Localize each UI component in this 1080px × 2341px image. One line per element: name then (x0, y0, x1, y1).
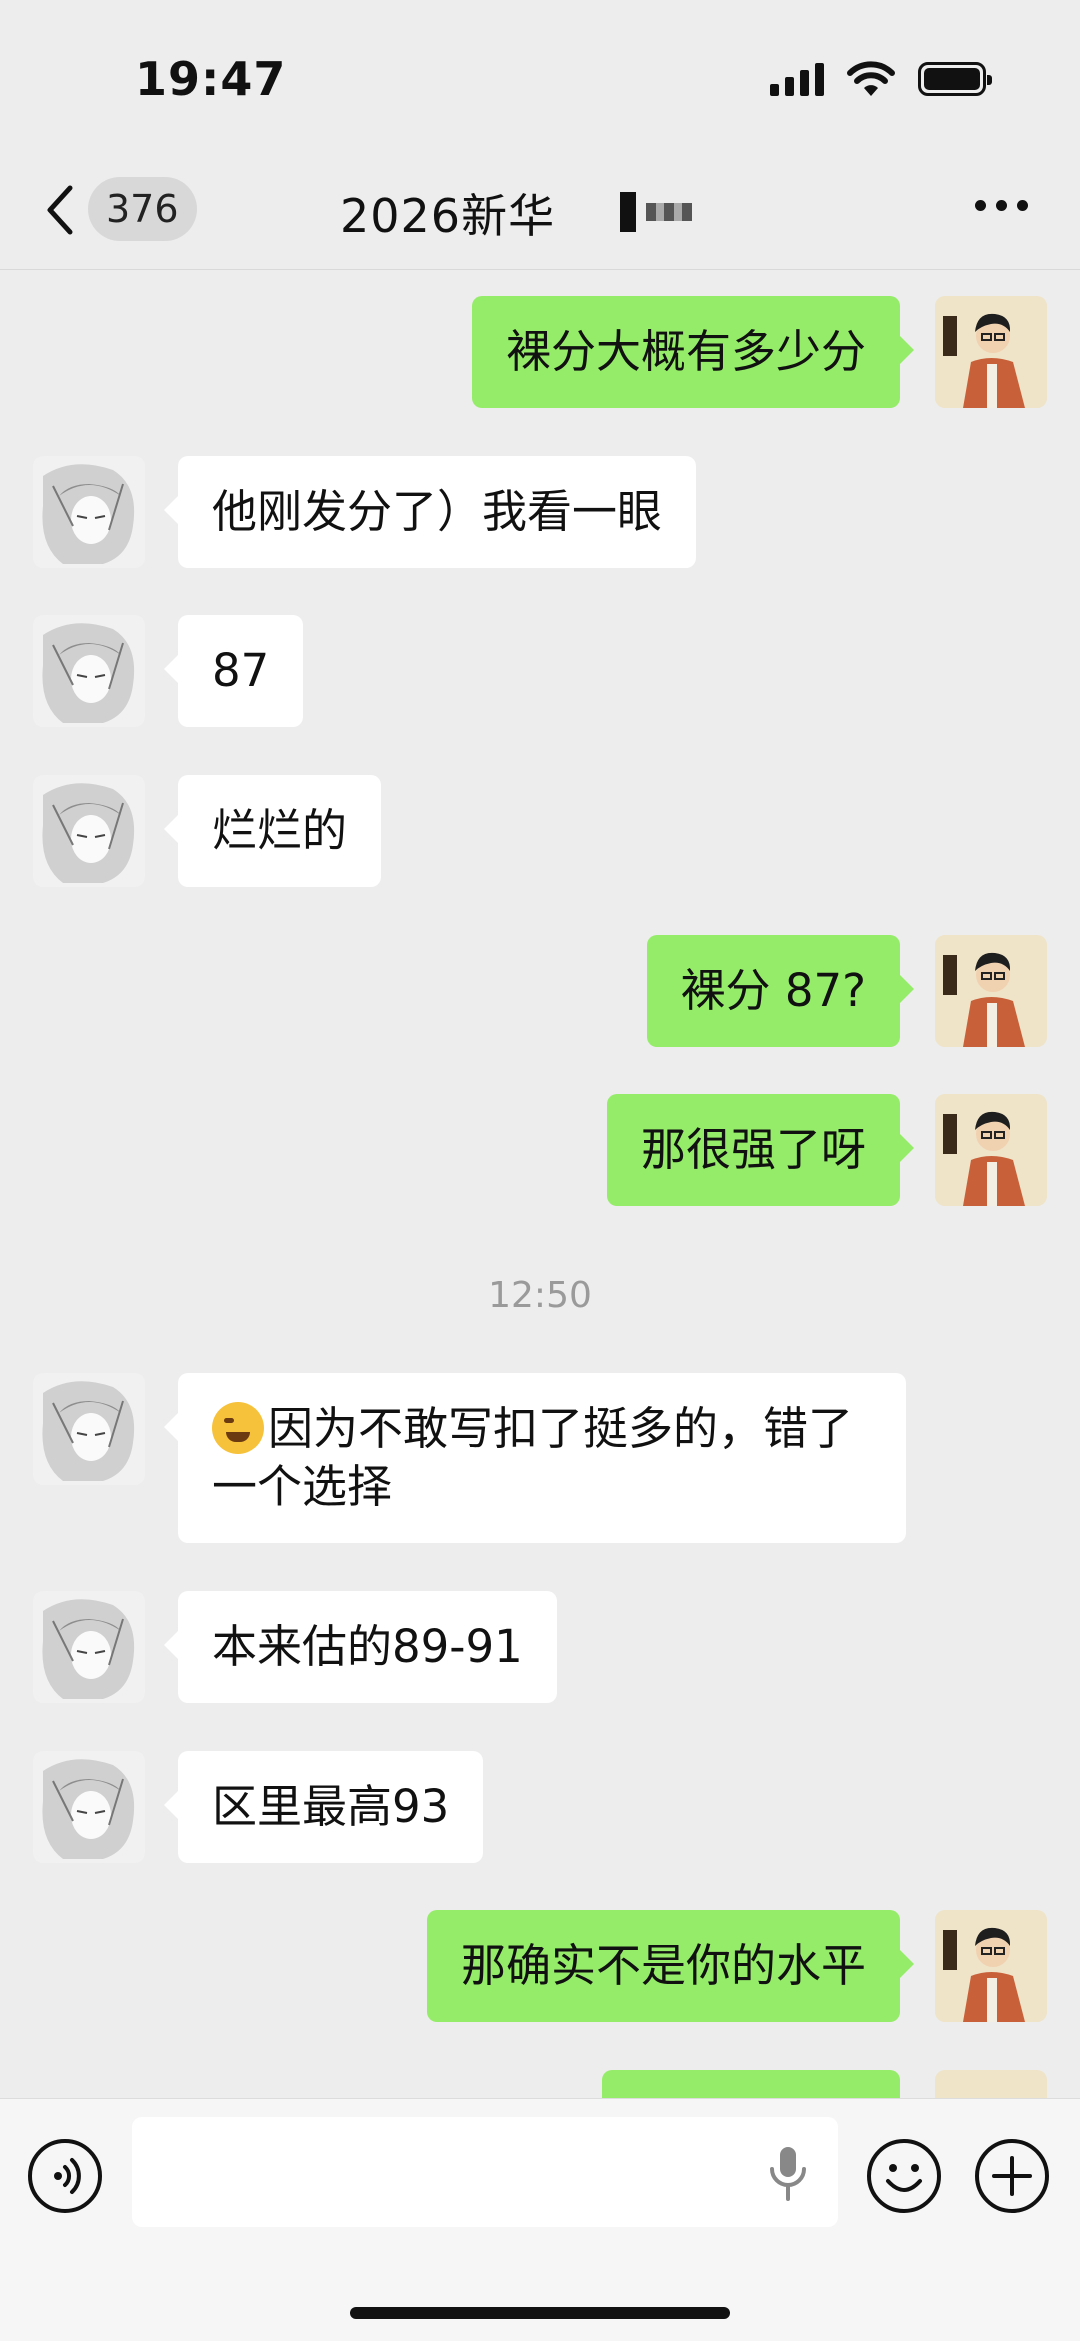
chat-title: 2026新华 (340, 189, 556, 243)
partial-message-bubble (602, 2070, 900, 2098)
message-bubble-incoming[interactable]: 本来估的89-91 (164, 1591, 557, 1703)
avatar-contact[interactable] (33, 775, 145, 887)
unread-count-badge[interactable]: 376 (88, 177, 197, 241)
redacted-title-part (620, 192, 692, 232)
avatar-contact[interactable] (33, 456, 145, 568)
message-bubble-incoming[interactable]: 区里最高93 (163, 1751, 484, 1863)
message-bubble-incoming[interactable]: 烂烂的 (163, 775, 382, 887)
plus-icon[interactable] (975, 2139, 1049, 2213)
message-bubble-incoming[interactable]: 因为不敢写扣了挺多的，错了一个选择 (164, 1373, 906, 1543)
message-bubble-outgoing[interactable]: 那确实不是你的水平 (426, 1910, 915, 2022)
message-text: 因为不敢写扣了挺多的，错了一个选择 (212, 1402, 854, 1513)
avatar-contact[interactable] (33, 615, 145, 727)
message-bubble-incoming[interactable]: 他刚发分了）我看一眼 (163, 456, 697, 568)
avatar-contact[interactable] (33, 1751, 145, 1863)
time-divider: 12:50 (488, 1275, 592, 1316)
more-icon[interactable] (975, 200, 1028, 211)
voice-icon[interactable] (28, 2139, 102, 2213)
status-icons (770, 60, 992, 98)
avatar-self[interactable] (935, 1910, 1047, 2022)
battery-icon (918, 62, 992, 96)
avatar-self[interactable] (935, 1094, 1047, 1206)
crying-face-emoji-icon (212, 1402, 264, 1454)
avatar-self[interactable] (935, 935, 1047, 1047)
back-arrow-icon[interactable] (40, 182, 80, 238)
wifi-icon (847, 61, 895, 96)
status-time: 19:47 (135, 52, 287, 106)
emoji-icon[interactable] (867, 2139, 941, 2213)
microphone-icon[interactable] (766, 2143, 810, 2203)
chat-header: 376 2026新华 (0, 150, 1080, 270)
avatar-contact[interactable] (33, 1591, 145, 1703)
message-bubble-incoming[interactable]: 87 (163, 615, 304, 727)
avatar-self[interactable] (935, 296, 1047, 408)
status-bar: 19:47 (0, 0, 1080, 150)
message-bubble-outgoing[interactable]: 那很强了呀 (606, 1094, 915, 1206)
message-bubble-outgoing[interactable]: 裸分 87? (646, 935, 915, 1047)
partial-avatar (935, 2070, 1047, 2098)
input-bar (0, 2098, 1080, 2341)
home-indicator (350, 2307, 730, 2319)
message-bubble-outgoing[interactable]: 裸分大概有多少分 (471, 296, 915, 408)
message-input[interactable] (132, 2117, 838, 2227)
signal-icon (770, 62, 824, 96)
avatar-contact[interactable] (33, 1373, 145, 1485)
